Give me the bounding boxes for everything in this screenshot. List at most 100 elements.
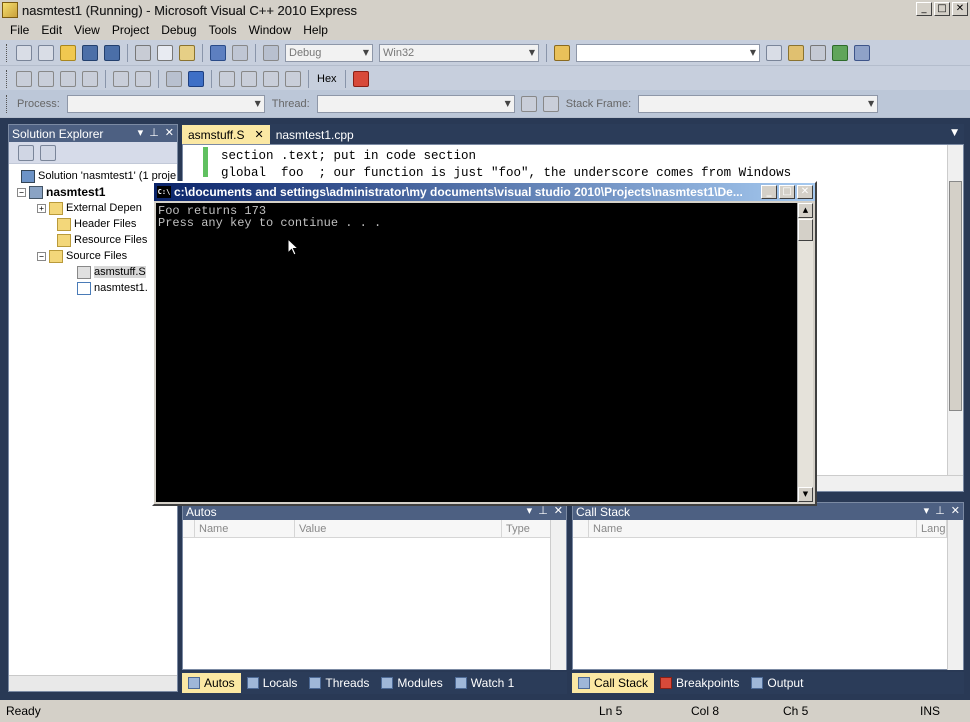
start-page-icon[interactable] [832,44,848,61]
tab-call-stack[interactable]: Call Stack [572,673,655,693]
tab-autos[interactable]: Autos [182,673,241,693]
tab-watch-1[interactable]: Watch 1 [449,673,521,693]
console-line: Press any key to continue . . . [158,216,382,230]
continue-icon[interactable] [166,70,182,87]
collapse-icon[interactable]: − [17,187,26,197]
close-button[interactable]: ✕ [952,2,968,16]
thread-dropdown[interactable]: ▼ [316,94,515,113]
column-header-value[interactable]: Value [295,520,502,537]
menu-help[interactable]: Help [297,23,334,37]
collapse-icon[interactable]: − [37,251,46,261]
solution-explorer-icon[interactable] [766,44,782,61]
standard-toolbar: Debug ▼ Win32 ▼ ▼ [0,40,970,66]
uncomment-icon[interactable] [135,70,151,87]
save-icon[interactable] [82,44,98,61]
column-header-name[interactable]: Name [195,520,295,537]
solution-config-dropdown[interactable]: Debug ▼ [285,43,373,62]
menu-debug[interactable]: Debug [155,23,202,37]
find-combo[interactable]: ▼ [576,43,760,62]
menu-tools[interactable]: Tools [203,23,243,37]
minimize-button[interactable]: _ [916,2,932,16]
console-vscrollbar[interactable]: ▲ ▼ [797,203,813,502]
breakpoints-window-icon[interactable] [352,70,369,87]
menu-view[interactable]: View [68,23,106,37]
find-in-files-icon[interactable] [554,44,570,61]
save-all-icon[interactable] [104,44,120,61]
comment-icon[interactable] [113,70,129,87]
tab-threads[interactable]: Threads [303,673,375,693]
scrollbar-thumb[interactable] [798,219,813,241]
process-dropdown[interactable]: ▼ [66,94,265,113]
paste-icon[interactable] [179,44,195,61]
hex-display-button[interactable]: Hex [317,73,337,85]
code-text[interactable]: section .text; put in code section global… [221,148,791,182]
expand-icon[interactable]: + [37,203,46,213]
close-icon[interactable]: ✕ [165,126,174,139]
folder-icon [49,201,63,215]
solution-platform-dropdown[interactable]: Win32 ▼ [379,43,539,62]
tab-asmstuff[interactable]: asmstuff.S ✕ [182,125,270,144]
undo-icon[interactable] [210,44,226,61]
show-next-statement-icon[interactable] [285,70,301,87]
console-title-bar[interactable]: C:\ c:\documents and settings\administra… [154,183,815,201]
tab-list-icon[interactable]: ▼ [951,128,958,138]
maximize-button[interactable]: □ [934,2,950,16]
quick-info-icon[interactable] [60,70,76,87]
column-header-language[interactable]: Lang [917,520,947,537]
list-members-icon[interactable] [16,70,32,87]
call-stack-vscrollbar[interactable] [947,520,963,670]
scrollbar-thumb[interactable] [949,181,962,411]
pin-icon[interactable]: ⊥ [935,504,945,517]
add-item-icon[interactable] [38,44,54,61]
redo-icon[interactable] [232,44,248,61]
tab-locals[interactable]: Locals [241,673,304,693]
window-position-icon[interactable]: ▾ [924,504,930,517]
show-flagged-threads-icon[interactable] [542,95,559,112]
copy-icon[interactable] [157,44,173,61]
scroll-up-icon[interactable]: ▲ [798,203,813,218]
tools-icon[interactable] [810,44,826,61]
open-folder-icon[interactable] [60,44,76,61]
window-position-icon[interactable]: ▾ [138,126,144,139]
extension-icon[interactable] [854,44,870,61]
properties-icon[interactable] [788,44,804,61]
toolbar-grip[interactable] [6,94,9,113]
console-maximize-button[interactable]: □ [779,185,795,199]
menu-file[interactable]: File [4,23,35,37]
stop-debugging-icon[interactable] [188,70,204,87]
show-all-files-icon[interactable] [18,144,34,161]
menu-edit[interactable]: Edit [35,23,68,37]
editor-vscrollbar[interactable] [947,145,963,475]
console-window[interactable]: C:\ c:\documents and settings\administra… [152,181,817,506]
close-icon[interactable]: ✕ [951,504,960,517]
tab-breakpoints[interactable]: Breakpoints [654,673,745,693]
close-tab-icon[interactable]: ✕ [254,128,263,141]
console-minimize-button[interactable]: _ [761,185,777,199]
menu-window[interactable]: Window [243,23,298,37]
step-into-icon[interactable] [219,70,235,87]
menu-project[interactable]: Project [106,23,155,37]
step-over-icon[interactable] [241,70,257,87]
start-debug-icon[interactable] [263,44,279,61]
cut-icon[interactable] [135,44,151,61]
parameter-info-icon[interactable] [38,70,54,87]
tab-output[interactable]: Output [745,673,809,693]
complete-word-icon[interactable] [82,70,98,87]
properties-icon[interactable] [40,144,56,161]
column-header-type[interactable]: Type [502,520,552,537]
pin-icon[interactable]: ⊥ [149,126,159,139]
tab-nasmtest1-cpp[interactable]: nasmtest1.cpp [270,125,360,144]
step-out-icon[interactable] [263,70,279,87]
toolbar-grip[interactable] [6,69,9,88]
column-header-name[interactable]: Name [589,520,917,537]
console-close-button[interactable]: ✕ [797,185,813,199]
scroll-down-icon[interactable]: ▼ [798,487,813,502]
tab-modules[interactable]: Modules [375,673,448,693]
new-project-icon[interactable] [16,44,32,61]
console-output[interactable]: Foo returns 173 Press any key to continue… [156,203,797,502]
autos-vscrollbar[interactable] [550,520,566,670]
stack-frame-dropdown[interactable]: ▼ [638,94,879,113]
toolbar-grip[interactable] [6,43,9,62]
flag-thread-icon[interactable] [520,95,537,112]
solution-explorer-hscrollbar[interactable] [9,675,177,691]
